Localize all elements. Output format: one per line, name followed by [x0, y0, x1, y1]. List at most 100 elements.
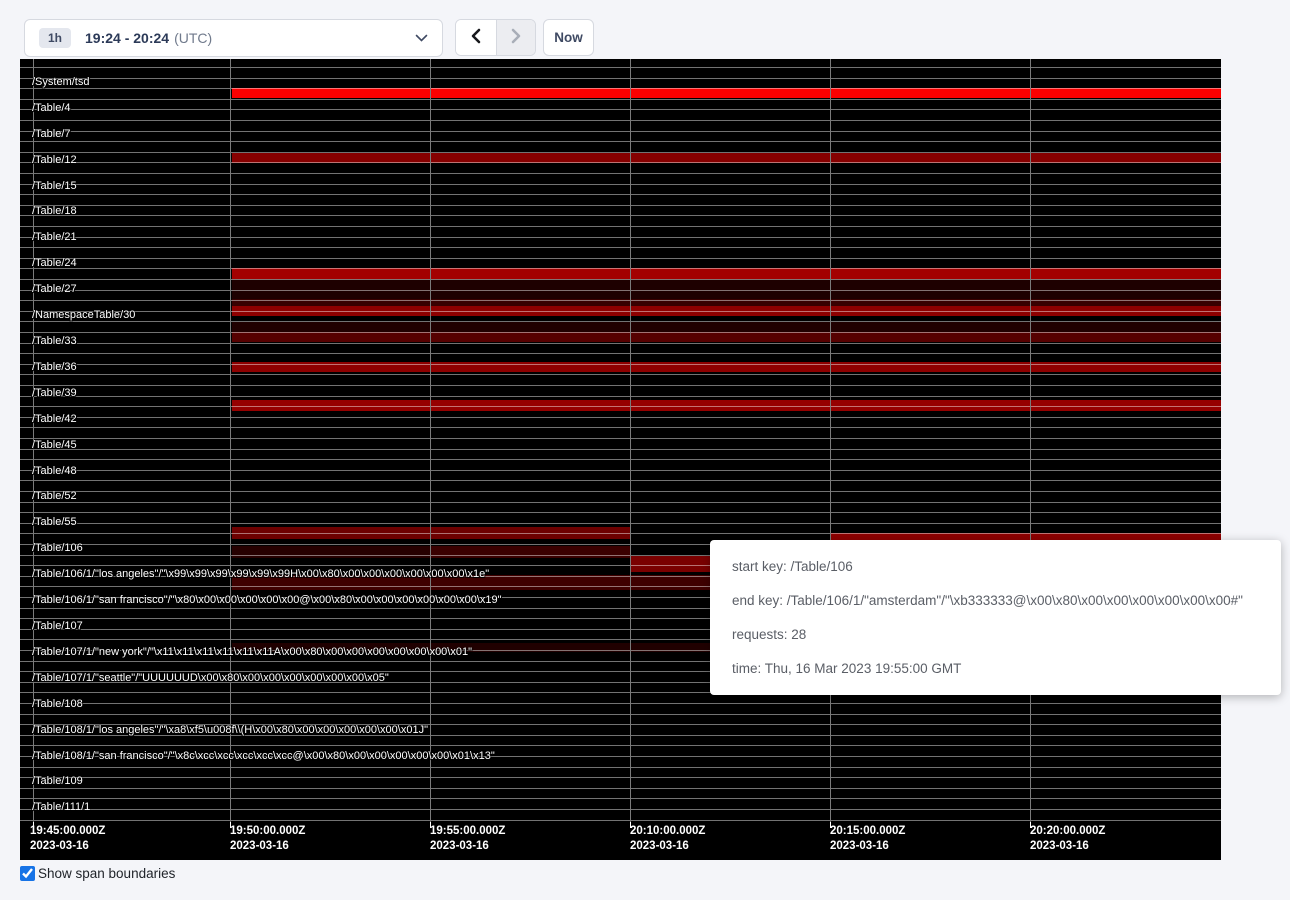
- axis-date-text: 2023-03-16: [230, 839, 305, 854]
- row-label: /Table/107: [32, 620, 83, 633]
- row-label: /Table/39: [32, 387, 77, 400]
- prev-time-button[interactable]: [456, 20, 496, 55]
- chevron-right-icon: [510, 28, 522, 47]
- show-span-boundaries-label[interactable]: Show span boundaries: [38, 866, 175, 881]
- span-boundary-line: [20, 109, 1221, 110]
- footer-options: Show span boundaries: [20, 866, 175, 881]
- show-span-boundaries-checkbox[interactable]: [20, 866, 35, 881]
- heatmap-band: [431, 546, 631, 558]
- span-boundary-line: [20, 311, 1221, 312]
- axis-time-label: 19:45:00.000Z2023-03-16: [30, 824, 105, 854]
- span-boundary-line: [20, 809, 1221, 810]
- axis-time-label: 19:55:00.000Z2023-03-16: [430, 824, 505, 854]
- axis-time-label: 20:10:00.000Z2023-03-16: [630, 824, 705, 854]
- row-label: /Table/52: [32, 490, 77, 503]
- span-boundary-line: [20, 353, 1221, 354]
- time-range-badge: 1h: [39, 28, 71, 48]
- next-time-button[interactable]: [496, 20, 536, 55]
- chevron-down-icon: [415, 34, 428, 42]
- row-label: /System/tsd: [32, 76, 89, 89]
- axis-time-text: 19:55:00.000Z: [430, 824, 505, 839]
- heatmap-band: [232, 88, 1221, 98]
- axis-time-text: 20:15:00.000Z: [830, 824, 905, 839]
- span-boundary-line: [20, 502, 1221, 503]
- axis-date-text: 2023-03-16: [1030, 839, 1105, 854]
- span-boundary-line: [20, 290, 1221, 291]
- span-boundary-line: [20, 820, 1221, 821]
- heatmap-band: [232, 546, 431, 558]
- axis-date-text: 2023-03-16: [830, 839, 905, 854]
- span-boundary-line: [20, 184, 1221, 185]
- row-label: /Table/108: [32, 698, 83, 711]
- row-label: /Table/111/1: [32, 801, 90, 814]
- row-label: /Table/24: [32, 257, 77, 270]
- span-boundary-line: [20, 268, 1221, 269]
- span-boundary-line: [20, 491, 1221, 492]
- span-boundary-line: [20, 364, 1221, 365]
- time-range-label: 19:24 - 20:24: [85, 30, 169, 46]
- span-boundary-line: [20, 131, 1221, 132]
- tooltip-requests: requests: 28: [732, 618, 1259, 652]
- axis-time-label: 20:15:00.000Z2023-03-16: [830, 824, 905, 854]
- span-boundary-line: [20, 205, 1221, 206]
- row-label: /Table/108/1/"san francisco"/"\x8c\xcc\x…: [32, 750, 495, 763]
- row-label: /Table/42: [32, 413, 77, 426]
- row-label: /Table/15: [32, 180, 77, 193]
- heatmap-band: [232, 268, 1221, 279]
- time-gridline: [1030, 59, 1031, 822]
- row-label: /Table/106/1/"san francisco"/"\x80\x00\x…: [32, 594, 502, 607]
- row-label: /Table/45: [32, 439, 77, 452]
- span-boundary-line: [20, 745, 1221, 746]
- time-gridline: [630, 59, 631, 822]
- span-boundary-line: [20, 215, 1221, 216]
- axis-time-text: 20:10:00.000Z: [630, 824, 705, 839]
- span-boundary-line: [20, 788, 1221, 789]
- span-boundary-line: [20, 152, 1221, 153]
- axis-date-text: 2023-03-16: [630, 839, 705, 854]
- row-label: /NamespaceTable/30: [32, 309, 135, 322]
- span-boundary-line: [20, 78, 1221, 79]
- span-boundary-line: [20, 194, 1221, 195]
- span-boundary-line: [20, 141, 1221, 142]
- span-boundary-line: [20, 767, 1221, 768]
- chevron-left-icon: [470, 28, 482, 47]
- span-boundary-line: [20, 258, 1221, 259]
- now-button[interactable]: Now: [543, 19, 594, 56]
- row-label: /Table/12: [32, 154, 77, 167]
- span-boundary-line: [20, 533, 1221, 534]
- span-boundary-line: [20, 427, 1221, 428]
- axis-time-text: 19:45:00.000Z: [30, 824, 105, 839]
- row-label: /Table/107/1/"new york"/"\x11\x11\x11\x1…: [32, 646, 472, 659]
- span-boundary-line: [20, 714, 1221, 715]
- axis-time-text: 20:20:00.000Z: [1030, 824, 1105, 839]
- span-boundary-line: [20, 480, 1221, 481]
- span-boundary-line: [20, 67, 1221, 68]
- row-label: /Table/106: [32, 542, 83, 555]
- span-boundary-line: [20, 512, 1221, 513]
- time-nav-group: [455, 19, 536, 56]
- span-boundary-line: [20, 417, 1221, 418]
- time-range-dropdown[interactable]: 1h 19:24 - 20:24 (UTC): [24, 19, 443, 57]
- row-label: /Table/55: [32, 516, 77, 529]
- span-boundary-line: [20, 798, 1221, 799]
- span-boundary-line: [20, 703, 1221, 704]
- span-boundary-line: [20, 88, 1221, 89]
- tooltip-start-key: start key: /Table/106: [732, 550, 1259, 584]
- span-boundary-line: [20, 396, 1221, 397]
- row-label: /Table/108/1/"los angeles"/"\xa8\xf5\u00…: [32, 724, 428, 737]
- span-boundary-line: [20, 237, 1221, 238]
- axis-time-text: 19:50:00.000Z: [230, 824, 305, 839]
- time-gridline: [230, 59, 231, 822]
- heatmap-band: [232, 332, 1221, 342]
- span-boundary-line: [20, 162, 1221, 163]
- time-gridline: [430, 59, 431, 822]
- span-boundary-line: [20, 374, 1221, 375]
- span-boundary-line: [20, 279, 1221, 280]
- span-boundary-line: [20, 777, 1221, 778]
- row-label: /Table/109: [32, 775, 83, 788]
- tooltip-end-key: end key: /Table/106/1/"amsterdam"/"\xb33…: [732, 584, 1259, 618]
- span-boundary-line: [20, 406, 1221, 407]
- span-boundary-line: [20, 438, 1221, 439]
- axis-time-label: 20:20:00.000Z2023-03-16: [1030, 824, 1105, 854]
- key-visualizer-heatmap[interactable]: /System/tsd/Table/4/Table/7/Table/12/Tab…: [20, 59, 1221, 860]
